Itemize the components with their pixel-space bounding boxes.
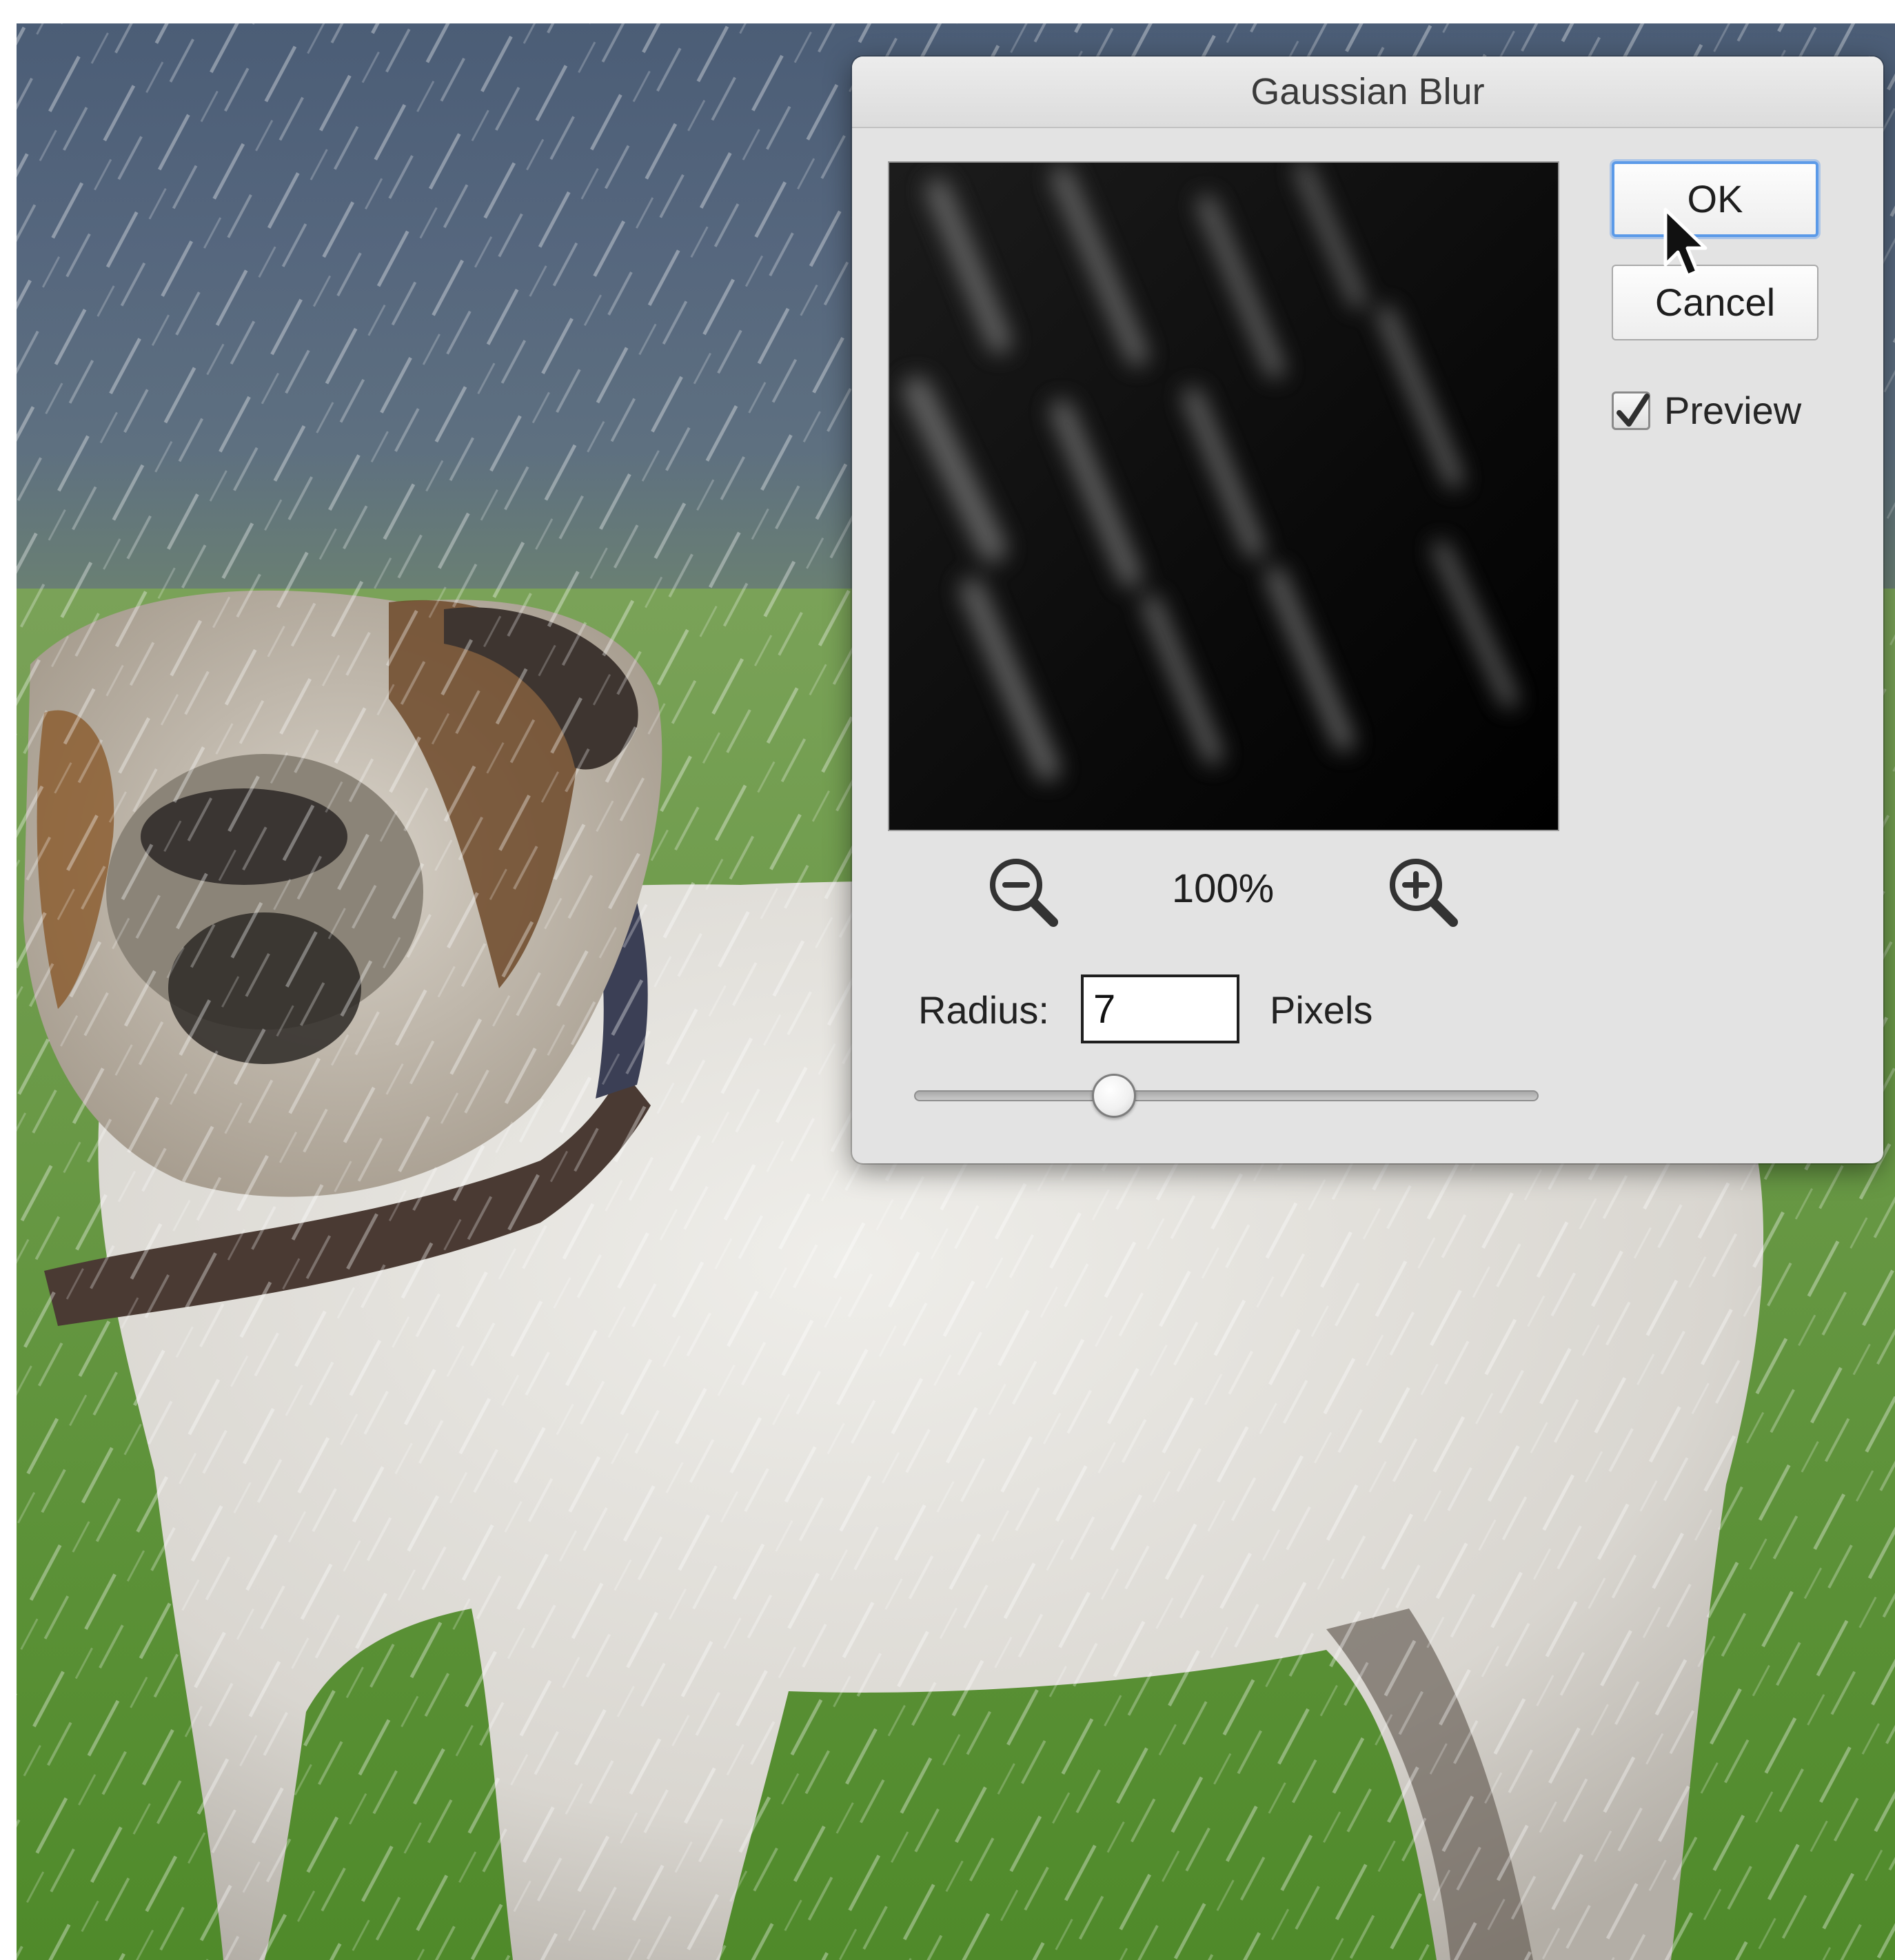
gaussian-blur-dialog: Gaussian Blur OK Cancel Preview 100% Rad… — [852, 57, 1883, 1163]
mouse-cursor-icon — [1663, 207, 1707, 278]
ok-button[interactable]: OK — [1612, 161, 1818, 237]
zoom-in-icon[interactable] — [1384, 853, 1461, 930]
dialog-titlebar[interactable]: Gaussian Blur — [852, 57, 1883, 128]
zoom-out-icon[interactable] — [984, 853, 1062, 930]
radius-slider-track[interactable] — [914, 1090, 1539, 1101]
filter-preview[interactable] — [888, 161, 1559, 831]
radius-label: Radius: — [918, 988, 1049, 1032]
app-workspace: Gaussian Blur OK Cancel Preview 100% Rad… — [0, 0, 1895, 1960]
preview-label[interactable]: Preview — [1664, 389, 1801, 433]
radius-input[interactable] — [1081, 974, 1239, 1043]
units-label: Pixels — [1270, 988, 1373, 1032]
dialog-title: Gaussian Blur — [1250, 71, 1485, 112]
cancel-button[interactable]: Cancel — [1612, 265, 1818, 340]
radius-slider-thumb[interactable] — [1091, 1074, 1136, 1118]
preview-image — [889, 163, 1558, 830]
preview-checkbox[interactable] — [1612, 391, 1650, 430]
zoom-level: 100% — [1171, 866, 1275, 911]
checkmark-icon — [1617, 394, 1650, 427]
